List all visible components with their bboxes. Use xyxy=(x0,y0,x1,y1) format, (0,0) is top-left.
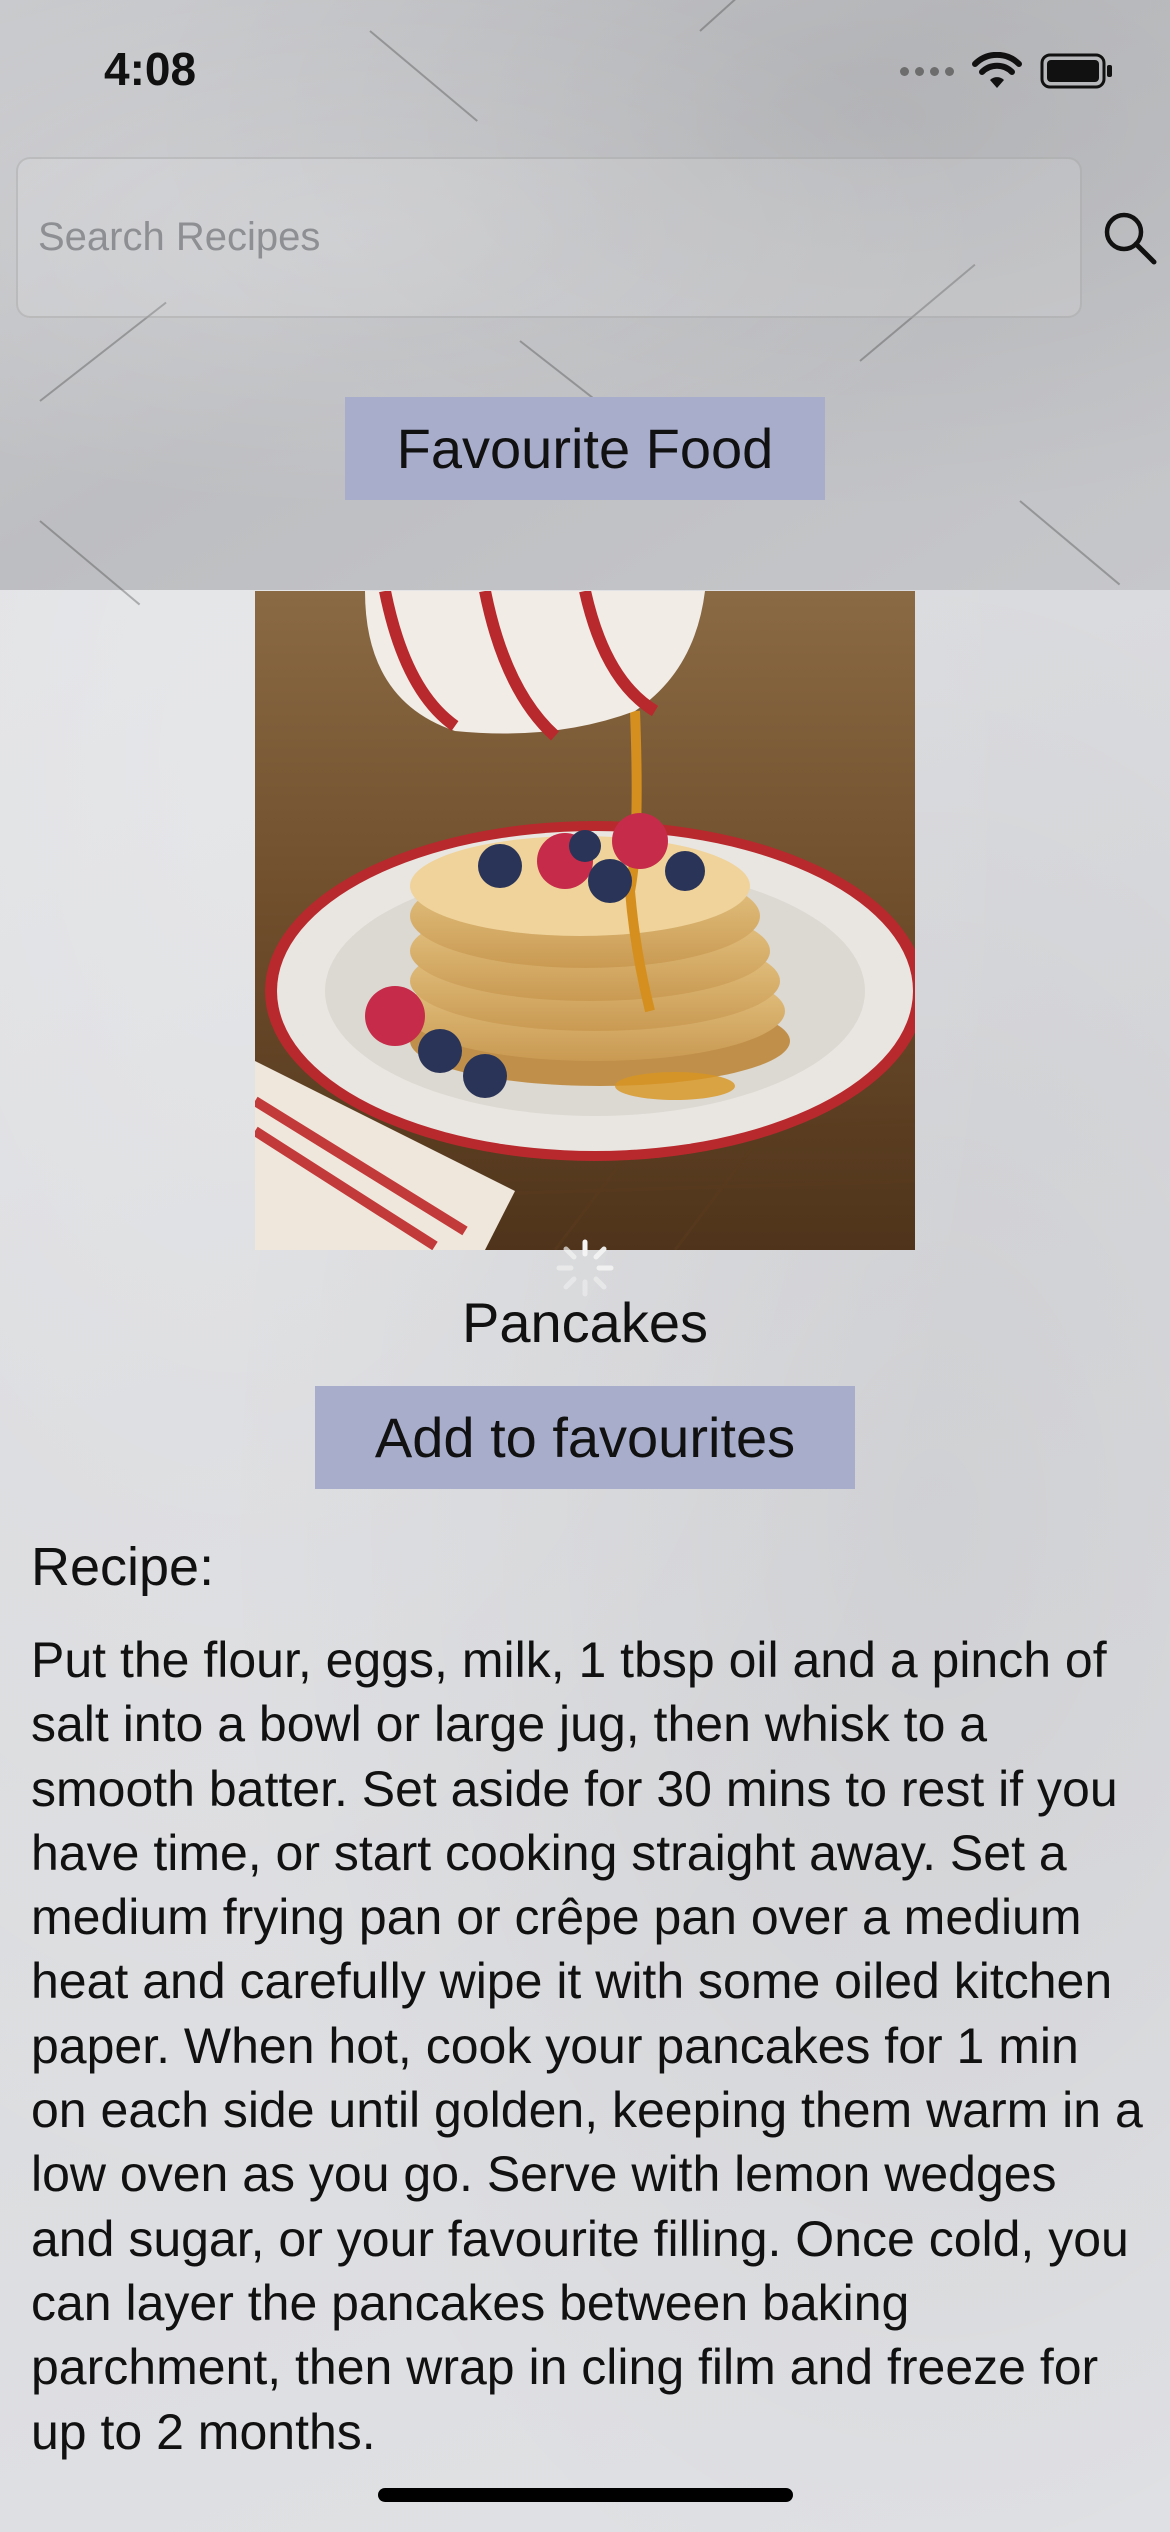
recipe-section-label: Recipe: xyxy=(31,1537,215,1597)
food-image xyxy=(255,591,915,1250)
home-indicator[interactable] xyxy=(378,2488,793,2502)
wifi-icon xyxy=(972,52,1022,88)
recipe-name: Pancakes xyxy=(462,1291,708,1354)
search-input[interactable]: Search Recipes xyxy=(16,157,1082,318)
search-placeholder: Search Recipes xyxy=(38,215,321,259)
page-title: Favourite Food xyxy=(345,397,825,500)
add-to-favourites-button[interactable]: Add to favourites xyxy=(315,1386,855,1489)
search-icon[interactable] xyxy=(1100,208,1160,268)
recipe-instructions: Put the flour, eggs, milk, 1 tbsp oil an… xyxy=(31,1632,1143,2460)
status-time: 4:08 xyxy=(104,43,197,95)
battery-icon xyxy=(1040,53,1112,89)
pancakes-photo xyxy=(255,591,915,1250)
status-bar-right xyxy=(900,52,1114,90)
cellular-signal-icon xyxy=(900,66,954,76)
